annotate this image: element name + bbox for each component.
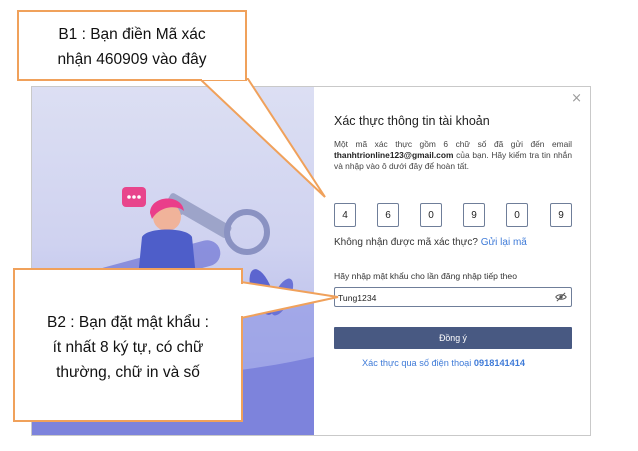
step1-callout: B1 : Bạn điền Mã xác nhận 460909 vào đây (17, 10, 247, 81)
phone-number: 0918141414 (473, 358, 525, 368)
resend-code-link[interactable]: Gửi lại mã (481, 237, 527, 248)
password-input[interactable] (338, 290, 538, 305)
chat-bubble-icon (122, 187, 146, 207)
close-icon[interactable]: × (571, 91, 582, 106)
phone-verify-link[interactable]: Xác thực qua số điện thoại 0918141414 (362, 358, 525, 368)
step2-callout: B2 : Bạn đặt mật khẩu : ít nhất 8 ký tự,… (13, 268, 243, 422)
agree-button[interactable]: Đồng ý (334, 327, 572, 349)
resend-question: Không nhận được mã xác thực? (334, 237, 481, 248)
code-digit-6[interactable]: 9 (550, 203, 572, 227)
step1-line2: nhận 460909 vào đây (57, 51, 207, 68)
resend-row: Không nhận được mã xác thực? Gửi lại mã (334, 237, 527, 248)
code-digit-4[interactable]: 9 (463, 203, 485, 227)
code-digit-5[interactable]: 0 (506, 203, 528, 227)
step2-line2: ít nhất 8 ký tự, có chữ (52, 339, 204, 356)
step1-line1: B1 : Bạn điền Mã xác (58, 26, 206, 43)
instruction-prefix: Một mã xác thực gồm 6 chữ số đã gửi đến … (334, 139, 572, 149)
step2-line3: thường, chữ in và số (56, 364, 200, 381)
eye-slash-icon[interactable] (555, 291, 567, 303)
code-input-group: 4 6 0 9 0 9 (334, 203, 572, 227)
dialog-title: Xác thực thông tin tài khoản (334, 114, 490, 128)
phone-verify-text: Xác thực qua số điện thoại (362, 358, 474, 368)
instruction-text: Một mã xác thực gồm 6 chữ số đã gửi đến … (334, 139, 572, 172)
password-field-container (334, 287, 572, 307)
code-digit-2[interactable]: 6 (377, 203, 399, 227)
code-digit-3[interactable]: 0 (420, 203, 442, 227)
step2-line1: B2 : Bạn đặt mật khẩu : (47, 314, 209, 331)
email-address: thanhtrionline123@gmail.com (334, 150, 454, 160)
password-label: Hãy nhập mật khẩu cho lần đăng nhập tiếp… (334, 271, 517, 281)
code-digit-1[interactable]: 4 (334, 203, 356, 227)
form-panel: × Xác thực thông tin tài khoản Một mã xá… (314, 87, 590, 435)
